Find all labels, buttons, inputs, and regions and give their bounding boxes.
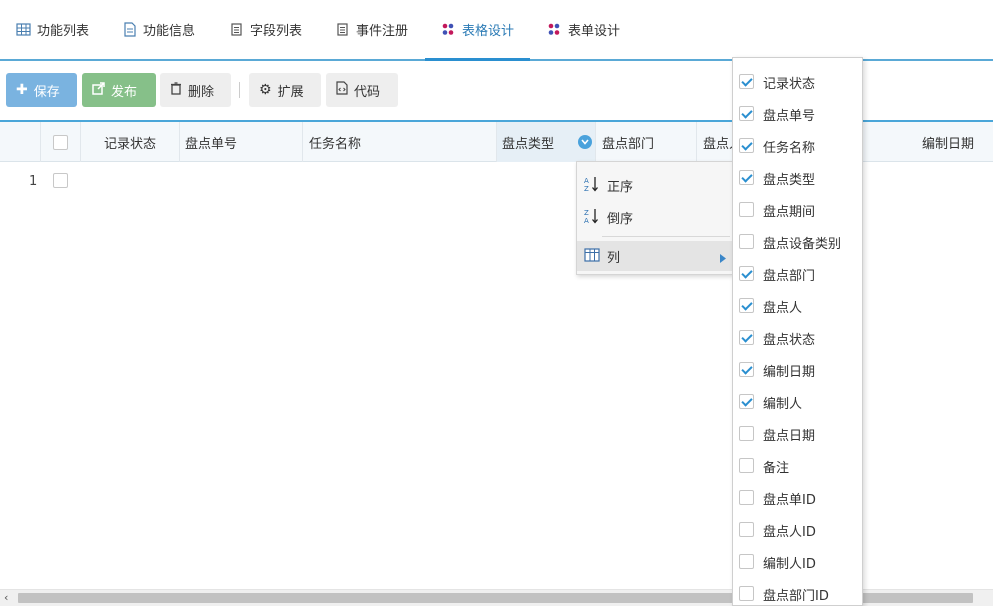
- code-button[interactable]: 代码: [326, 73, 398, 107]
- share-icon: [92, 81, 105, 99]
- list-icon: [229, 22, 244, 37]
- tab-label: 功能信息: [143, 24, 196, 39]
- dots-icon: [441, 22, 456, 37]
- gear-icon: ⚙: [259, 82, 272, 98]
- sort-az-icon: AZ: [584, 176, 600, 195]
- column-header-inventory-type[interactable]: 盘点类型: [497, 122, 596, 162]
- column-option[interactable]: 盘点日期: [733, 418, 862, 450]
- column-checkbox[interactable]: [739, 522, 754, 537]
- column-checkbox[interactable]: [739, 490, 754, 505]
- tab-label: 事件注册: [356, 24, 409, 39]
- column-header-department[interactable]: 盘点部门: [596, 122, 697, 162]
- publish-button[interactable]: 发布: [82, 73, 156, 107]
- column-checkbox[interactable]: [739, 362, 754, 377]
- menu-divider: [602, 236, 730, 237]
- extend-button[interactable]: ⚙ 扩展: [249, 73, 321, 107]
- tab-label: 表单设计: [568, 24, 621, 39]
- tab-table-design[interactable]: 表格设计: [424, 0, 531, 61]
- tab-form-design[interactable]: 表单设计: [547, 0, 620, 59]
- plus-icon: ✚: [16, 82, 28, 98]
- tab-function-list[interactable]: 功能列表: [16, 0, 89, 59]
- column-checkbox[interactable]: [739, 394, 754, 409]
- columns-icon: [584, 247, 600, 265]
- column-option[interactable]: 任务名称: [733, 130, 862, 162]
- sort-za-icon: ZA: [584, 208, 600, 227]
- column-checkbox[interactable]: [739, 234, 754, 249]
- column-header-record-status[interactable]: 记录状态: [81, 122, 180, 162]
- columns-submenu: 记录状态 盘点单号 任务名称 盘点类型 盘点期间 盘点设备类别 盘点部门 盘点人…: [732, 57, 863, 606]
- column-checkbox[interactable]: [739, 106, 754, 121]
- column-header-prepare-date[interactable]: 编制日期: [895, 122, 993, 162]
- column-header-inventory-no[interactable]: 盘点单号: [180, 122, 303, 162]
- tab-field-list[interactable]: 字段列表: [229, 0, 302, 59]
- delete-button[interactable]: 删除: [160, 73, 231, 107]
- column-option[interactable]: 盘点部门: [733, 258, 862, 290]
- tab-function-info[interactable]: 功能信息: [122, 0, 195, 59]
- column-option[interactable]: 盘点人: [733, 290, 862, 322]
- grid-icon: [16, 22, 31, 37]
- svg-text:Z: Z: [584, 209, 589, 217]
- scroll-left-icon[interactable]: ‹: [4, 591, 8, 604]
- column-checkbox[interactable]: [739, 426, 754, 441]
- tab-label: 功能列表: [37, 24, 90, 39]
- row-checkbox[interactable]: [53, 173, 68, 188]
- column-menu: AZ 正序 ZA 倒序 列: [576, 161, 733, 275]
- column-header-task-name[interactable]: 任务名称: [303, 122, 497, 162]
- tab-label: 字段列表: [250, 24, 303, 39]
- tab-label: 表格设计: [462, 24, 515, 39]
- toolbar-divider: [239, 82, 240, 98]
- column-checkbox[interactable]: [739, 202, 754, 217]
- column-option[interactable]: 盘点类型: [733, 162, 862, 194]
- tab-event-register[interactable]: 事件注册: [335, 0, 408, 59]
- column-checkbox[interactable]: [739, 266, 754, 281]
- column-checkbox[interactable]: [739, 138, 754, 153]
- column-option[interactable]: 编制人: [733, 386, 862, 418]
- columns-submenu-item[interactable]: 列: [577, 241, 732, 271]
- row-number: 1: [29, 174, 38, 189]
- column-checkbox[interactable]: [739, 170, 754, 185]
- column-checkbox[interactable]: [739, 74, 754, 89]
- trash-icon: [170, 81, 182, 99]
- column-option[interactable]: 盘点人ID: [733, 514, 862, 546]
- document-icon: [122, 22, 137, 37]
- select-all-checkbox[interactable]: [53, 134, 68, 150]
- column-option[interactable]: 盘点单ID: [733, 482, 862, 514]
- sort-ascending-item[interactable]: AZ 正序: [577, 170, 732, 200]
- column-checkbox[interactable]: [739, 554, 754, 569]
- sort-descending-item[interactable]: ZA 倒序: [577, 202, 732, 232]
- list-icon: [335, 22, 350, 37]
- svg-text:Z: Z: [584, 185, 589, 192]
- column-option[interactable]: 记录状态: [733, 66, 862, 98]
- column-option[interactable]: 备注: [733, 450, 862, 482]
- column-option[interactable]: 编制日期: [733, 354, 862, 386]
- column-option[interactable]: 盘点设备类别: [733, 226, 862, 258]
- svg-text:A: A: [584, 177, 589, 185]
- column-option[interactable]: 盘点部门ID: [733, 578, 862, 606]
- select-all-cell: [41, 122, 81, 162]
- save-button[interactable]: ✚ 保存: [6, 73, 77, 107]
- column-checkbox[interactable]: [739, 330, 754, 345]
- tab-bar: 功能列表 功能信息 字段列表 事件注册 表格设计 表单设计: [0, 0, 993, 61]
- column-menu-trigger-icon[interactable]: [578, 135, 592, 149]
- column-option[interactable]: 盘点期间: [733, 194, 862, 226]
- column-option[interactable]: 盘点单号: [733, 98, 862, 130]
- column-checkbox[interactable]: [739, 298, 754, 313]
- column-checkbox[interactable]: [739, 458, 754, 473]
- dots-icon: [547, 22, 562, 37]
- column-option[interactable]: 编制人ID: [733, 546, 862, 578]
- row-number-header: [0, 122, 41, 162]
- code-file-icon: [336, 81, 348, 99]
- svg-text:A: A: [584, 217, 589, 224]
- submenu-arrow-icon: [720, 252, 726, 267]
- column-checkbox[interactable]: [739, 586, 754, 601]
- column-option[interactable]: 盘点状态: [733, 322, 862, 354]
